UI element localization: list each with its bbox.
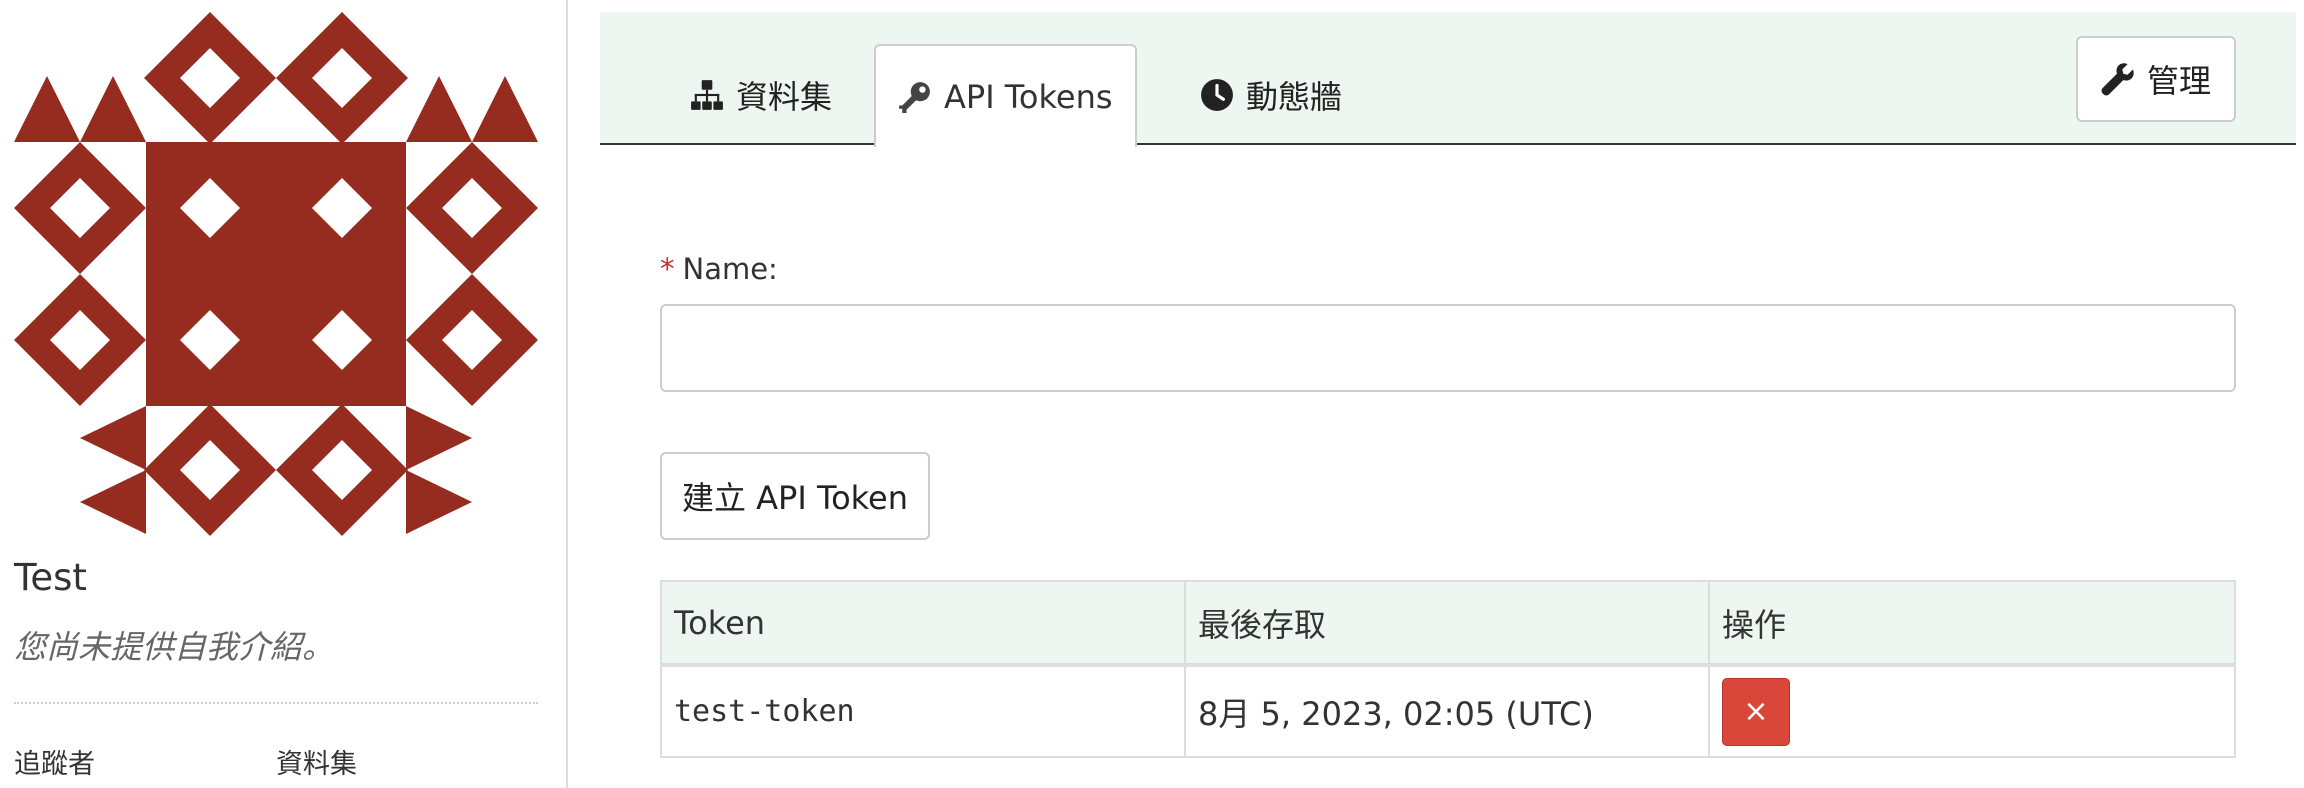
manage-button[interactable]: 管理 (2076, 36, 2236, 122)
table-header-row: Token 最後存取 操作 (660, 580, 2236, 667)
required-marker: * (660, 252, 675, 286)
delete-token-button[interactable]: × (1722, 677, 1790, 746)
sidebar-divider (14, 702, 538, 704)
clock-icon (1201, 78, 1233, 111)
manage-button-label: 管理 (2146, 62, 2211, 100)
datasets-stat-label: 資料集 (276, 749, 357, 780)
tab-api-tokens-label: API Tokens (944, 77, 1113, 116)
tab-api-tokens[interactable]: API Tokens (874, 44, 1137, 147)
profile-username: Test (14, 556, 87, 599)
main-content: 資料集 API Tokens 動態牆 管理 * Name: 建立 API Tok… (600, 12, 2296, 788)
actions-cell: × (1708, 664, 2236, 758)
wrench-icon (2101, 63, 2134, 96)
user-sidebar: Test 您尚未提供自我介紹。 追蹤者 資料集 (0, 0, 568, 788)
last-access-cell: 8月 5, 2023, 02:05 (UTC) (1184, 664, 1710, 758)
column-header-token: Token (660, 580, 1186, 667)
name-label-text: Name: (682, 252, 778, 286)
sitemap-icon (691, 79, 723, 110)
tab-datasets[interactable]: 資料集 (668, 44, 854, 145)
column-header-actions: 操作 (1708, 580, 2236, 667)
profile-bio: 您尚未提供自我介紹。 (14, 628, 335, 666)
token-name-input[interactable] (660, 304, 2236, 392)
name-field-label: * Name: (660, 252, 778, 286)
close-icon: × (1743, 694, 1769, 729)
table-row: test-token 8月 5, 2023, 02:05 (UTC) × (660, 664, 2236, 758)
followers-label: 追蹤者 (14, 749, 95, 780)
tab-datasets-label: 資料集 (736, 77, 833, 116)
api-tokens-table: Token 最後存取 操作 test-token 8月 5, 2023, 02:… (660, 580, 2236, 758)
token-name-cell: test-token (660, 664, 1186, 758)
key-icon (899, 81, 930, 113)
create-api-token-button[interactable]: 建立 API Token (660, 452, 930, 540)
tab-activity-stream[interactable]: 動態牆 (1178, 44, 1364, 145)
column-header-last-access: 最後存取 (1184, 580, 1710, 667)
user-avatar (14, 12, 538, 536)
tab-bar: 資料集 API Tokens 動態牆 管理 (600, 12, 2296, 147)
tab-activity-stream-label: 動態牆 (1246, 77, 1343, 116)
